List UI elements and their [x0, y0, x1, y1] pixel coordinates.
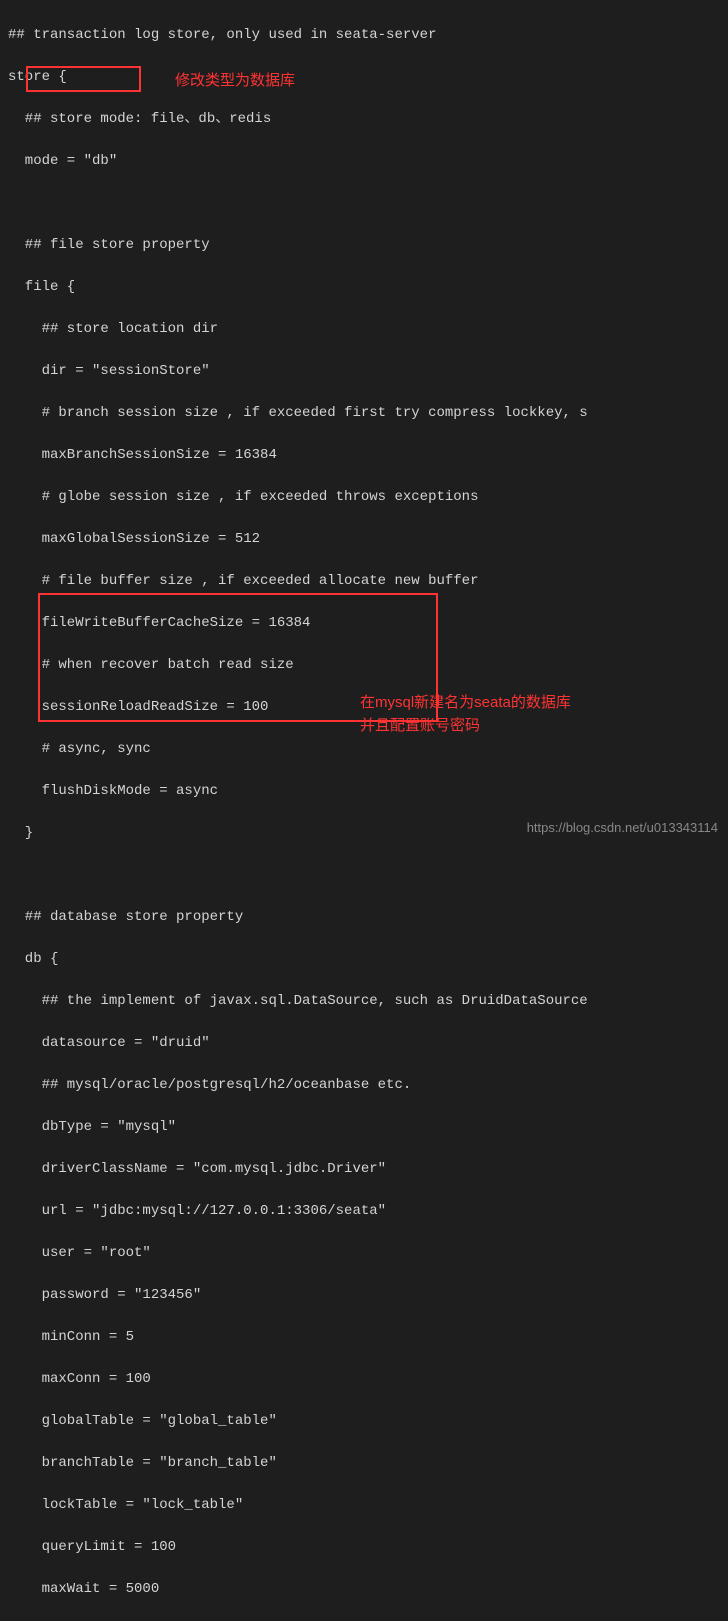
code-line: # when recover batch read size [8, 655, 720, 676]
code-line: user = "root" [8, 1243, 720, 1264]
code-line: lockTable = "lock_table" [8, 1495, 720, 1516]
code-line: branchTable = "branch_table" [8, 1453, 720, 1474]
watermark: https://blog.csdn.net/u013343114 [527, 818, 718, 838]
code-line: dir = "sessionStore" [8, 361, 720, 382]
code-line: # file buffer size , if exceeded allocat… [8, 571, 720, 592]
code-line: maxConn = 100 [8, 1369, 720, 1390]
code-line: # globe session size , if exceeded throw… [8, 487, 720, 508]
code-line: dbType = "mysql" [8, 1117, 720, 1138]
code-line: store { [8, 67, 720, 88]
code-line: file { [8, 277, 720, 298]
code-line: ## database store property [8, 907, 720, 928]
code-line: url = "jdbc:mysql://127.0.0.1:3306/seata… [8, 1201, 720, 1222]
code-line: ## the implement of javax.sql.DataSource… [8, 991, 720, 1012]
code-line: ## store mode: file、db、redis [8, 109, 720, 130]
code-line: flushDiskMode = async [8, 781, 720, 802]
code-line [8, 865, 720, 886]
code-line: datasource = "druid" [8, 1033, 720, 1054]
code-line: maxBranchSessionSize = 16384 [8, 445, 720, 466]
code-line: mode = "db" [8, 151, 720, 172]
code-line: ## file store property [8, 235, 720, 256]
code-line: minConn = 5 [8, 1327, 720, 1348]
code-line: ## mysql/oracle/postgresql/h2/oceanbase … [8, 1075, 720, 1096]
code-line [8, 193, 720, 214]
code-line: # async, sync [8, 739, 720, 760]
code-line: ## transaction log store, only used in s… [8, 25, 720, 46]
code-line: maxWait = 5000 [8, 1579, 720, 1600]
annotation-create-db: 在mysql新建名为seata的数据库 [360, 692, 571, 715]
code-line: # branch session size , if exceeded firs… [8, 403, 720, 424]
code-line: queryLimit = 100 [8, 1537, 720, 1558]
code-block: ## transaction log store, only used in s… [8, 4, 720, 1621]
code-line: db { [8, 949, 720, 970]
code-line: ## store location dir [8, 319, 720, 340]
code-line: password = "123456" [8, 1285, 720, 1306]
annotation-config-credentials: 并且配置账号密码 [360, 715, 480, 738]
code-line: fileWriteBufferCacheSize = 16384 [8, 613, 720, 634]
code-line: globalTable = "global_table" [8, 1411, 720, 1432]
code-line: maxGlobalSessionSize = 512 [8, 529, 720, 550]
annotation-mode-change: 修改类型为数据库 [175, 70, 295, 93]
code-line: driverClassName = "com.mysql.jdbc.Driver… [8, 1159, 720, 1180]
